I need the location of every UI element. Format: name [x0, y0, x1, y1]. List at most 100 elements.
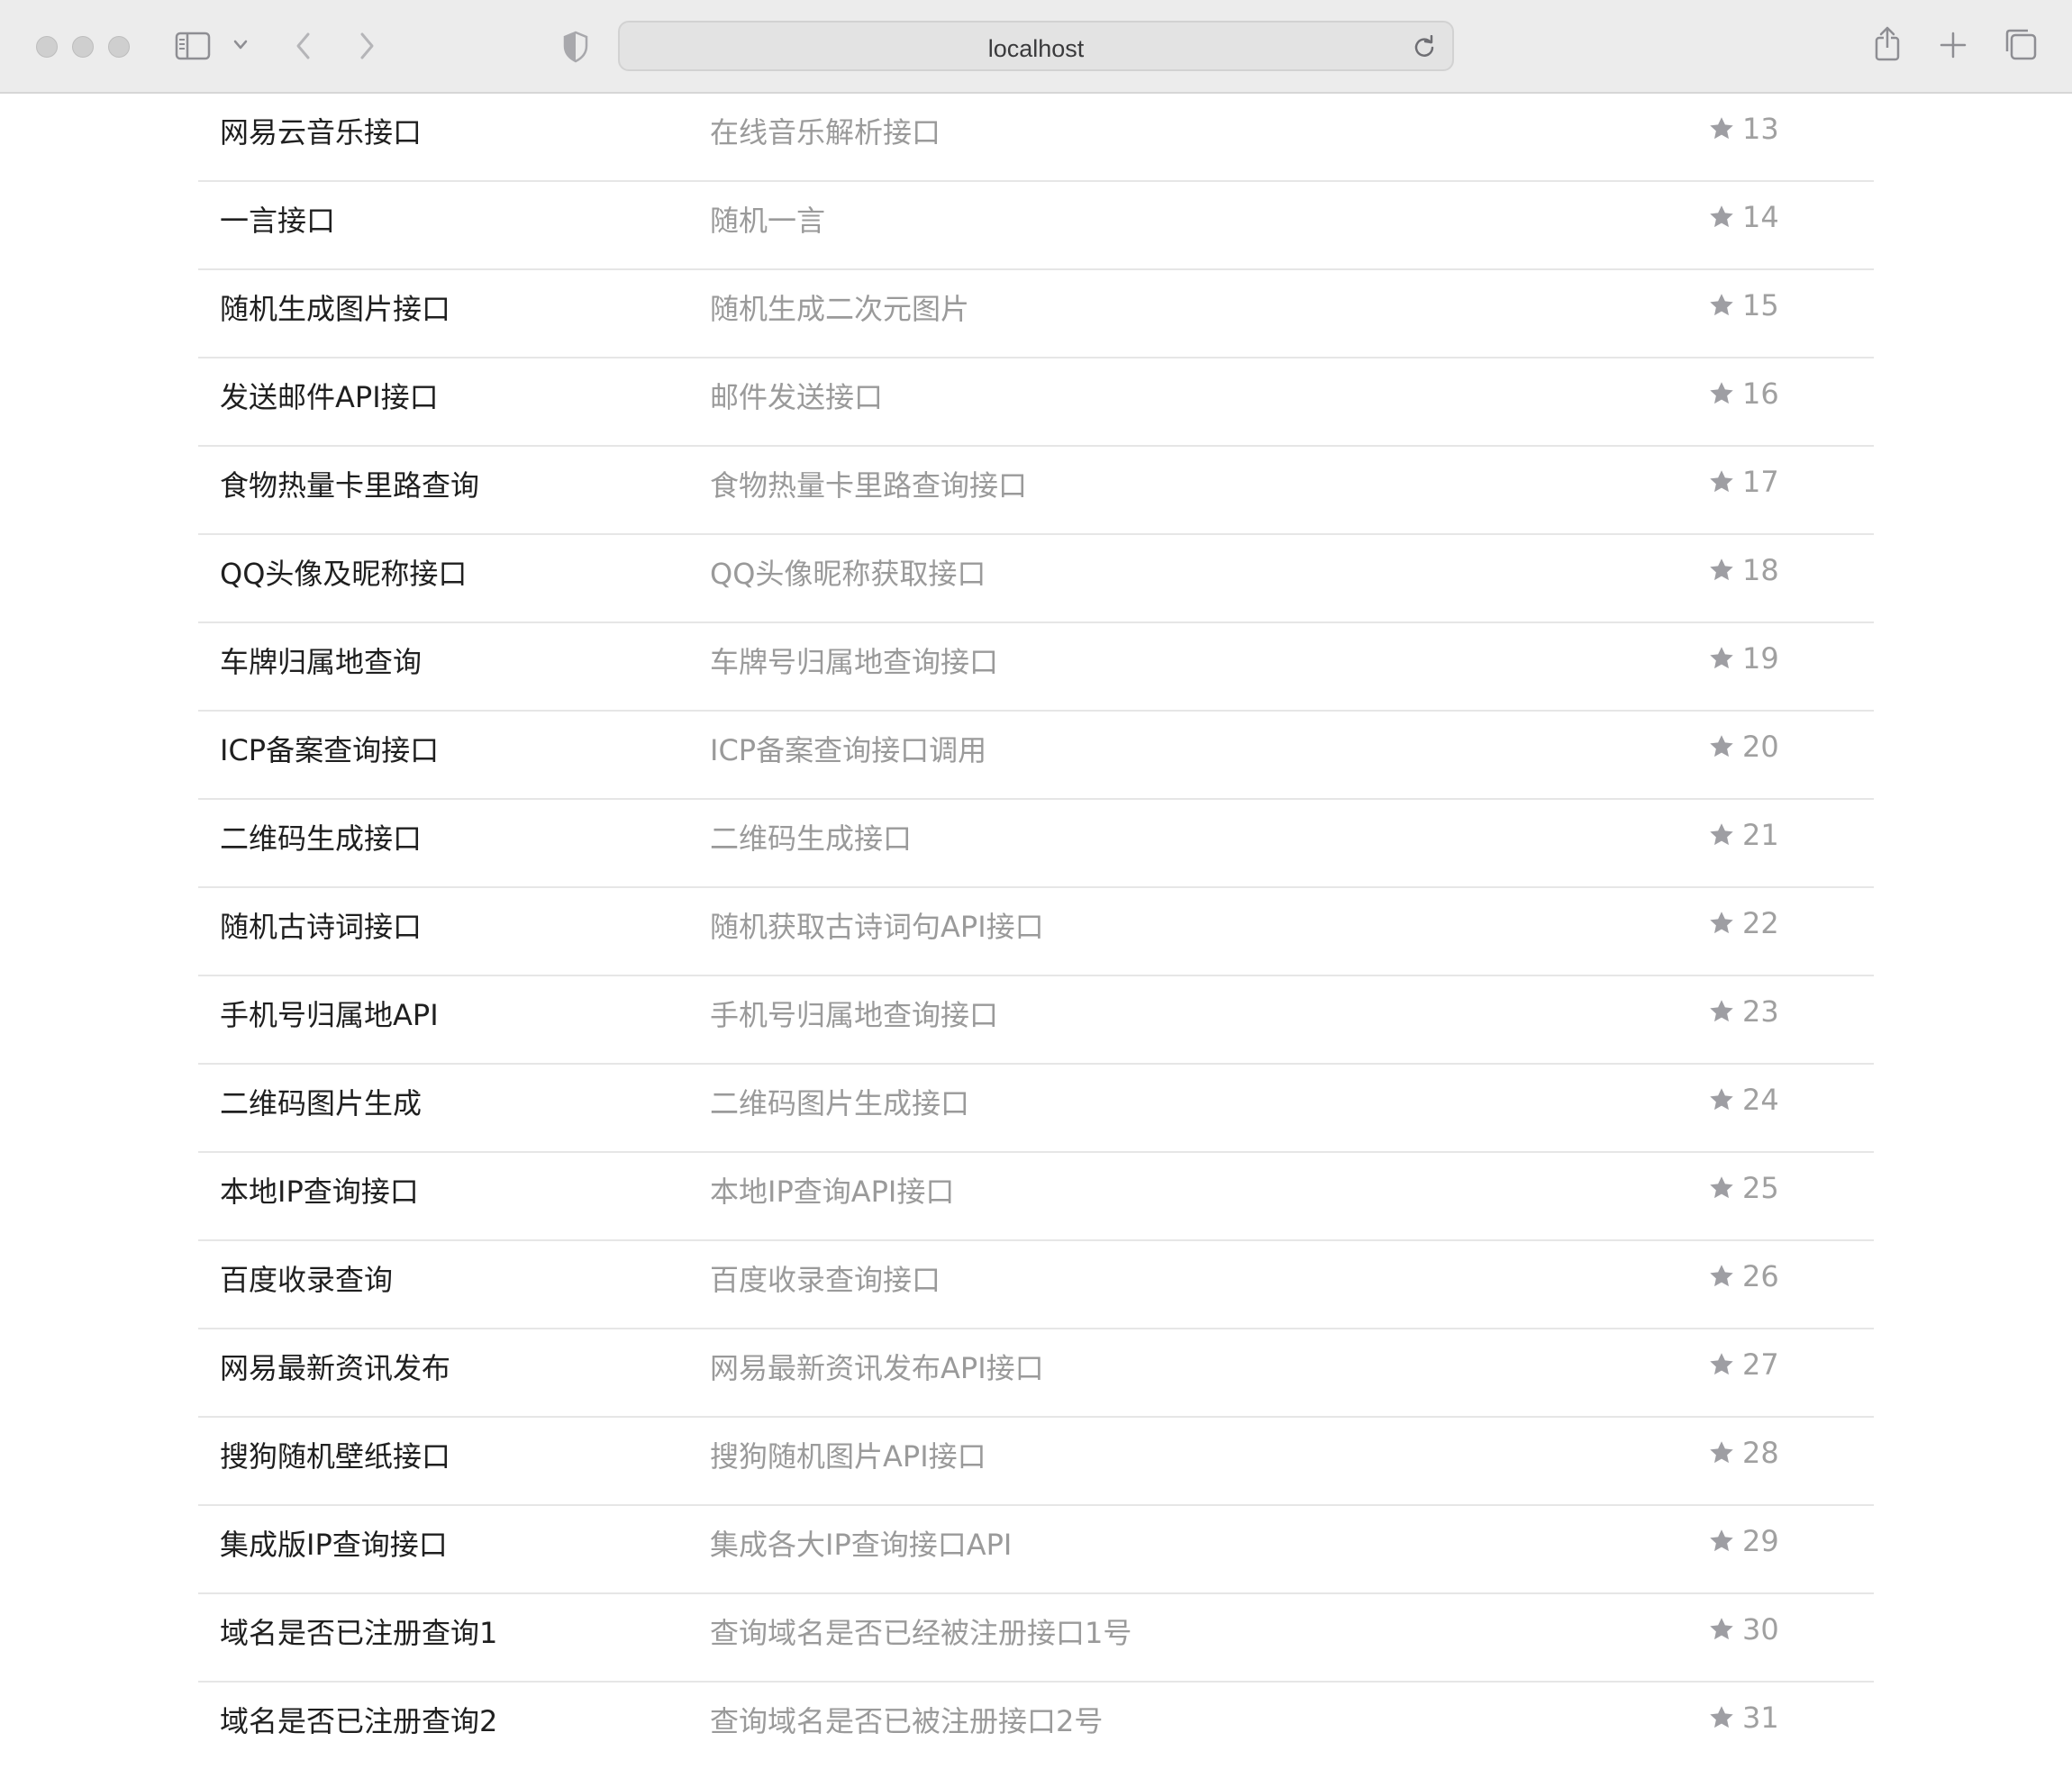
api-description: 查询域名是否已经被注册接口1号 — [710, 1616, 1132, 1650]
api-row[interactable]: 随机生成图片接口 随机生成二次元图片 15 — [198, 270, 1874, 358]
api-name[interactable]: ICP备案查询接口 — [220, 728, 439, 769]
api-row[interactable]: 随机古诗词接口 随机获取古诗词句API接口 22 — [198, 888, 1874, 976]
star-count: 13 — [1708, 112, 1779, 146]
star-count: 30 — [1708, 1612, 1779, 1647]
star-icon — [1708, 115, 1735, 142]
tab-overview-icon[interactable] — [2004, 27, 2038, 65]
api-row[interactable]: 搜狗随机壁纸接口 搜狗随机图片API接口 28 — [198, 1418, 1874, 1506]
api-name[interactable]: QQ头像及昵称接口 — [220, 551, 467, 593]
star-count-value: 14 — [1742, 200, 1779, 234]
api-description: ICP备案查询接口调用 — [710, 733, 987, 767]
browser-toolbar: localhost — [0, 0, 2072, 94]
minimize-window-button[interactable] — [72, 36, 94, 58]
api-name[interactable]: 二维码图片生成 — [220, 1081, 422, 1122]
forward-icon[interactable] — [357, 31, 377, 65]
chevron-down-icon[interactable] — [232, 38, 249, 55]
api-description: QQ头像昵称获取接口 — [710, 557, 986, 591]
api-row[interactable]: 网易云音乐接口 在线音乐解析接口 13 — [198, 94, 1874, 182]
api-name[interactable]: 域名是否已注册查询1 — [220, 1610, 497, 1652]
star-count: 14 — [1708, 200, 1779, 234]
star-count-value: 29 — [1742, 1524, 1779, 1558]
star-count: 26 — [1708, 1259, 1779, 1293]
api-row[interactable]: 食物热量卡里路查询 食物热量卡里路查询接口 17 — [198, 447, 1874, 535]
star-count: 19 — [1708, 641, 1779, 676]
back-icon[interactable] — [294, 31, 314, 65]
api-row[interactable]: 二维码生成接口 二维码生成接口 21 — [198, 800, 1874, 888]
shield-icon[interactable] — [562, 31, 589, 67]
api-row[interactable]: 域名是否已注册查询1 查询域名是否已经被注册接口1号 30 — [198, 1594, 1874, 1683]
address-bar[interactable]: localhost — [618, 21, 1454, 71]
new-tab-icon[interactable] — [1939, 31, 1967, 63]
api-name[interactable]: 搜狗随机壁纸接口 — [220, 1434, 450, 1475]
api-description: 本地IP查询API接口 — [710, 1175, 955, 1209]
api-description: 在线音乐解析接口 — [710, 115, 941, 150]
api-row[interactable]: 百度收录查询 百度收录查询接口 26 — [198, 1241, 1874, 1329]
star-icon — [1708, 1616, 1735, 1643]
api-name[interactable]: 车牌归属地查询 — [220, 640, 422, 681]
api-description: 随机一言 — [710, 204, 826, 238]
api-row[interactable]: 域名是否已注册查询2 查询域名是否已被注册接口2号 31 — [198, 1683, 1874, 1769]
api-name[interactable]: 二维码生成接口 — [220, 816, 422, 857]
api-name[interactable]: 域名是否已注册查询2 — [220, 1699, 497, 1740]
star-count-value: 22 — [1742, 906, 1779, 940]
api-row[interactable]: 手机号归属地API 手机号归属地查询接口 23 — [198, 976, 1874, 1065]
star-count: 17 — [1708, 465, 1779, 499]
api-description: 查询域名是否已被注册接口2号 — [710, 1704, 1104, 1738]
star-count-value: 28 — [1742, 1436, 1779, 1470]
api-name[interactable]: 集成版IP查询接口 — [220, 1522, 448, 1564]
star-icon — [1708, 1263, 1735, 1290]
star-icon — [1708, 557, 1735, 584]
sidebar-toggle-icon[interactable] — [175, 31, 211, 65]
api-name[interactable]: 发送邮件API接口 — [220, 375, 439, 416]
star-count-value: 17 — [1742, 465, 1779, 499]
api-name[interactable]: 一言接口 — [220, 198, 335, 240]
api-row[interactable]: 一言接口 随机一言 14 — [198, 182, 1874, 270]
api-description: 食物热量卡里路查询接口 — [710, 468, 1028, 503]
api-name[interactable]: 百度收录查询 — [220, 1257, 393, 1299]
api-row[interactable]: 网易最新资讯发布 网易最新资讯发布API接口 27 — [198, 1329, 1874, 1418]
star-count: 27 — [1708, 1347, 1779, 1382]
api-description: 邮件发送接口 — [710, 380, 884, 414]
star-count: 15 — [1708, 288, 1779, 322]
star-icon — [1708, 1351, 1735, 1378]
api-row[interactable]: ICP备案查询接口 ICP备案查询接口调用 20 — [198, 712, 1874, 800]
star-count: 24 — [1708, 1083, 1779, 1117]
api-name[interactable]: 网易云音乐接口 — [220, 110, 422, 151]
api-name[interactable]: 随机生成图片接口 — [220, 286, 450, 328]
api-description: 随机获取古诗词句API接口 — [710, 910, 1044, 944]
api-description: 百度收录查询接口 — [710, 1263, 941, 1297]
star-icon — [1708, 380, 1735, 407]
star-icon — [1708, 468, 1735, 495]
api-name[interactable]: 本地IP查询接口 — [220, 1169, 419, 1211]
star-count-value: 16 — [1742, 376, 1779, 411]
api-row[interactable]: 本地IP查询接口 本地IP查询API接口 25 — [198, 1153, 1874, 1241]
api-row[interactable]: 发送邮件API接口 邮件发送接口 16 — [198, 358, 1874, 447]
api-row[interactable]: 车牌归属地查询 车牌号归属地查询接口 19 — [198, 623, 1874, 712]
api-description: 二维码生成接口 — [710, 821, 913, 856]
star-icon — [1708, 1704, 1735, 1731]
close-window-button[interactable] — [36, 36, 58, 58]
zoom-window-button[interactable] — [108, 36, 130, 58]
reload-icon[interactable] — [1413, 34, 1436, 62]
api-name[interactable]: 手机号归属地API — [220, 993, 439, 1034]
star-icon — [1708, 1175, 1735, 1202]
api-name[interactable]: 食物热量卡里路查询 — [220, 463, 479, 504]
api-row[interactable]: 二维码图片生成 二维码图片生成接口 24 — [198, 1065, 1874, 1153]
api-list: 网易云音乐接口 在线音乐解析接口 13 一言接口 随机一言 14 随机生成图片接口 随机生成二… — [198, 94, 1874, 1769]
api-name[interactable]: 随机古诗词接口 — [220, 904, 422, 946]
api-name[interactable]: 网易最新资讯发布 — [220, 1346, 450, 1387]
star-count: 21 — [1708, 818, 1779, 852]
api-description: 二维码图片生成接口 — [710, 1086, 970, 1120]
star-count: 31 — [1708, 1701, 1779, 1735]
api-row[interactable]: QQ头像及昵称接口 QQ头像昵称获取接口 18 — [198, 535, 1874, 623]
star-icon — [1708, 733, 1735, 760]
star-count-value: 13 — [1742, 112, 1779, 146]
star-count: 16 — [1708, 376, 1779, 411]
star-count-value: 19 — [1742, 641, 1779, 676]
star-count-value: 27 — [1742, 1347, 1779, 1382]
star-count-value: 25 — [1742, 1171, 1779, 1205]
star-count: 28 — [1708, 1436, 1779, 1470]
star-icon — [1708, 645, 1735, 672]
api-row[interactable]: 集成版IP查询接口 集成各大IP查询接口API 29 — [198, 1506, 1874, 1594]
share-icon[interactable] — [1874, 25, 1901, 65]
